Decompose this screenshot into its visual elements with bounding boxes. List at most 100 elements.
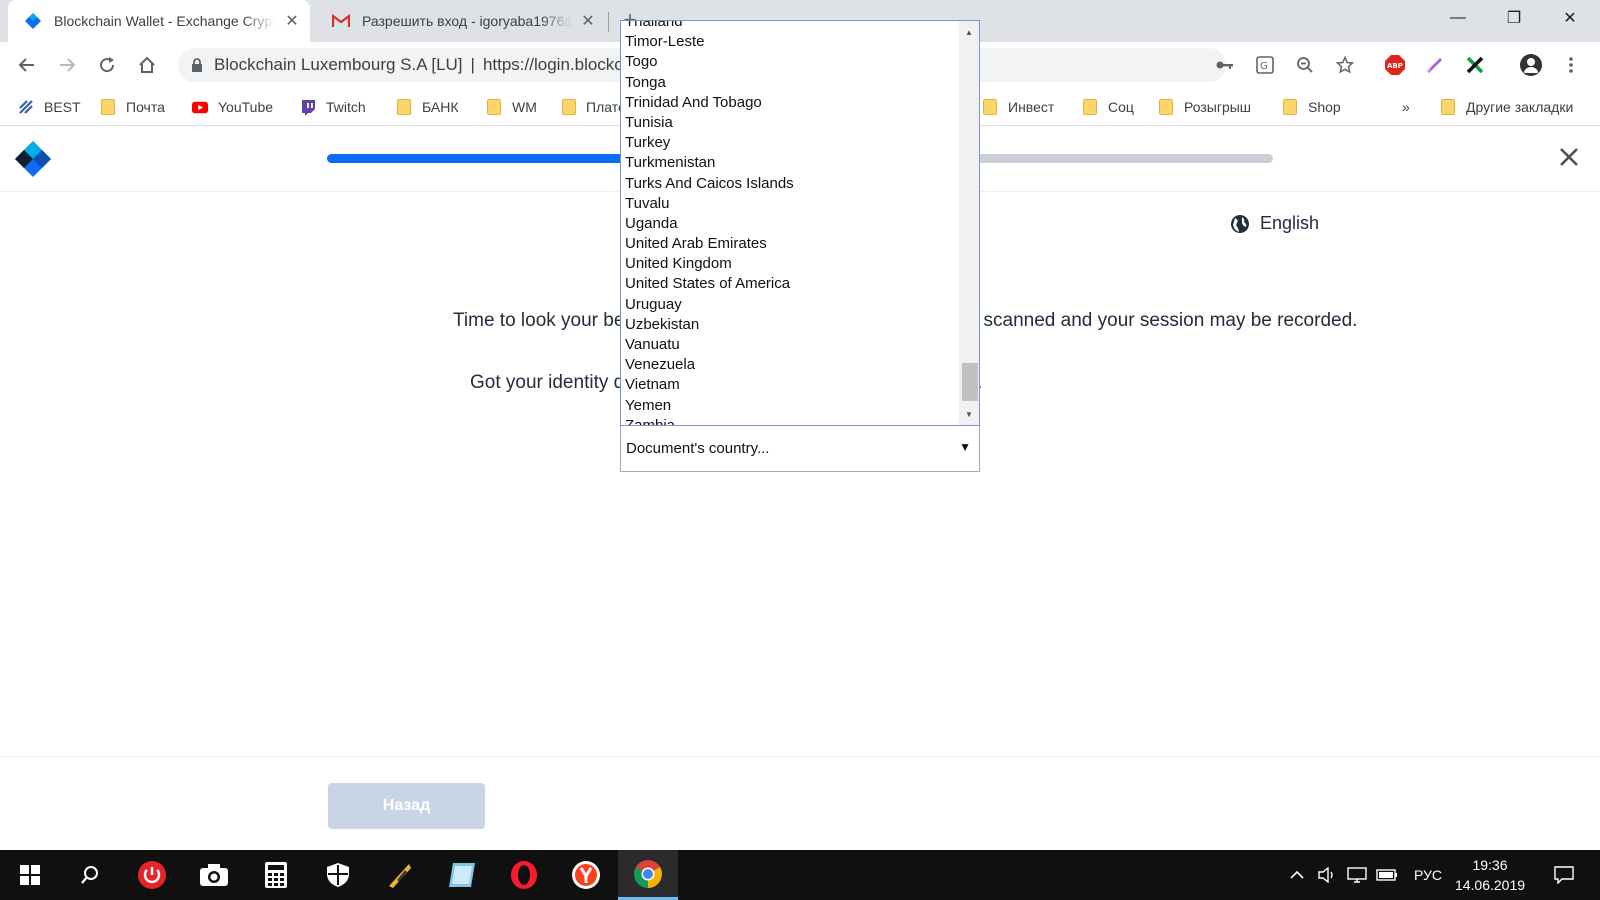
profile-avatar[interactable] <box>1518 52 1544 78</box>
bookmark-invest[interactable]: Инвест <box>982 96 1054 118</box>
country-option[interactable]: Tuvalu <box>621 194 959 214</box>
camera-app-icon[interactable] <box>184 850 244 900</box>
scroll-up-icon[interactable]: ▲ <box>959 23 979 41</box>
star-icon[interactable] <box>1332 52 1358 78</box>
country-option[interactable]: Venezuela <box>621 355 959 375</box>
country-option[interactable]: Turkmenistan <box>621 153 959 173</box>
folder-icon <box>1282 99 1298 115</box>
menu-icon[interactable] <box>1558 52 1584 78</box>
dropdown-scrollbar[interactable]: ▲ ▼ <box>959 21 979 425</box>
country-option[interactable]: Turks And Caicos Islands <box>621 174 959 194</box>
country-option[interactable]: Uzbekistan <box>621 315 959 335</box>
bookmarks-overflow-button[interactable]: » <box>1402 96 1410 118</box>
country-option[interactable]: United Kingdom <box>621 254 959 274</box>
svg-text:G: G <box>1260 61 1268 72</box>
back-button[interactable]: Назад <box>328 783 485 829</box>
country-option[interactable]: United Arab Emirates <box>621 234 959 254</box>
language-label: English <box>1260 213 1320 233</box>
home-icon[interactable] <box>132 50 162 80</box>
reload-icon[interactable] <box>92 50 122 80</box>
lock-icon[interactable] <box>190 58 204 72</box>
country-option[interactable]: Tonga <box>621 73 959 93</box>
bookmark-shop[interactable]: Shop <box>1282 96 1341 118</box>
country-option[interactable]: Zambia <box>621 416 959 425</box>
language-selector[interactable]: English <box>1230 213 1319 234</box>
country-option[interactable]: Trinidad And Tobago <box>621 93 959 113</box>
blockchain-icon <box>24 12 42 30</box>
country-option[interactable]: Timor-Leste <box>621 32 959 52</box>
notifications-icon[interactable] <box>1546 850 1582 900</box>
system-clock[interactable]: 19:36 14.06.2019 <box>1440 855 1540 895</box>
country-option[interactable]: Togo <box>621 52 959 72</box>
twitch-icon <box>300 99 316 116</box>
tab-gmail[interactable]: Разрешить вход - igoryaba1976@gmail.com … <box>316 0 606 42</box>
shield-app-icon[interactable] <box>308 850 368 900</box>
bookmark-youtube[interactable]: YouTube <box>192 96 273 118</box>
adblock-icon[interactable]: ABP <box>1382 52 1408 78</box>
country-select[interactable]: Document's country... ▼ <box>620 424 980 472</box>
tab-title: Blockchain Wallet - Exchange Cryptocurre… <box>54 13 276 29</box>
battery-icon[interactable] <box>1374 850 1400 900</box>
dropdown-arrow-icon: ▼ <box>959 440 971 454</box>
tab-blockchain[interactable]: Blockchain Wallet - Exchange Cryptocurre… <box>8 0 310 42</box>
forward-arrow-icon[interactable] <box>52 50 82 80</box>
country-dropdown-list[interactable]: Thailand Timor-Leste Togo Tonga Trinidad And… <box>620 20 980 426</box>
bookmark-best[interactable]: BEST <box>18 96 81 118</box>
country-option[interactable]: Tunisia <box>621 113 959 133</box>
notes-app-icon[interactable] <box>432 850 492 900</box>
restore-button[interactable]: ❐ <box>1486 0 1542 36</box>
country-options: Thailand Timor-Leste Togo Tonga Trinidad And… <box>621 21 959 425</box>
bookmark-twitch[interactable]: Twitch <box>300 96 366 118</box>
close-window-button[interactable]: ✕ <box>1542 0 1598 36</box>
blockchain-logo <box>15 141 51 177</box>
search-icon[interactable] <box>60 850 120 900</box>
start-icon[interactable] <box>0 850 60 900</box>
chevron-up-icon[interactable] <box>1284 850 1310 900</box>
best-icon <box>18 99 34 115</box>
country-option[interactable]: Vanuatu <box>621 335 959 355</box>
country-option[interactable]: Thailand <box>621 21 959 32</box>
power-app-icon[interactable] <box>122 850 182 900</box>
country-select-placeholder: Document's country... <box>626 439 770 457</box>
country-option[interactable]: Vietnam <box>621 375 959 395</box>
translate-icon[interactable]: G <box>1252 52 1278 78</box>
country-option[interactable]: Uruguay <box>621 295 959 315</box>
bookmark-bank[interactable]: БАНК <box>396 96 458 118</box>
bookmark-giveaway[interactable]: Розыгрыш <box>1158 96 1251 118</box>
key-icon[interactable] <box>1212 52 1238 78</box>
close-icon[interactable] <box>1556 144 1582 170</box>
svg-text:ABP: ABP <box>1387 62 1403 70</box>
country-option[interactable]: Turkey <box>621 133 959 153</box>
pen-extension-icon[interactable] <box>1422 52 1448 78</box>
bookmark-other[interactable]: Другие закладки <box>1440 96 1573 118</box>
network-icon[interactable] <box>1344 850 1370 900</box>
yandex-browser-icon[interactable] <box>556 850 616 900</box>
bookmark-social[interactable]: Соц <box>1082 96 1134 118</box>
close-tab-icon[interactable]: ✕ <box>578 11 598 31</box>
bookmark-payments[interactable]: Платежи <box>562 96 622 118</box>
tab-separator <box>608 12 609 32</box>
folder-icon <box>982 99 998 115</box>
close-tab-icon[interactable]: ✕ <box>282 11 302 31</box>
x-extension-icon[interactable] <box>1462 52 1488 78</box>
folder-icon <box>1440 99 1456 115</box>
zoom-out-icon[interactable] <box>1292 52 1318 78</box>
address-separator: | <box>470 55 475 74</box>
minimize-button[interactable]: — <box>1430 0 1486 36</box>
country-option[interactable]: United States of America <box>621 274 959 294</box>
bookmark-mail[interactable]: Почта <box>100 96 165 118</box>
scroll-down-icon[interactable]: ▼ <box>959 405 979 423</box>
country-option[interactable]: Uganda <box>621 214 959 234</box>
volume-icon[interactable] <box>1314 850 1340 900</box>
chrome-icon[interactable] <box>618 850 678 900</box>
globe-icon <box>1231 214 1249 233</box>
winamp-icon[interactable] <box>370 850 430 900</box>
calculator-icon[interactable] <box>246 850 306 900</box>
scrollbar-thumb[interactable] <box>962 363 978 401</box>
back-arrow-icon[interactable] <box>12 50 42 80</box>
folder-icon <box>486 99 502 115</box>
page-footer: Назад <box>0 756 1600 850</box>
bookmark-wm[interactable]: WM <box>486 96 537 118</box>
opera-icon[interactable] <box>494 850 554 900</box>
country-option[interactable]: Yemen <box>621 396 959 416</box>
